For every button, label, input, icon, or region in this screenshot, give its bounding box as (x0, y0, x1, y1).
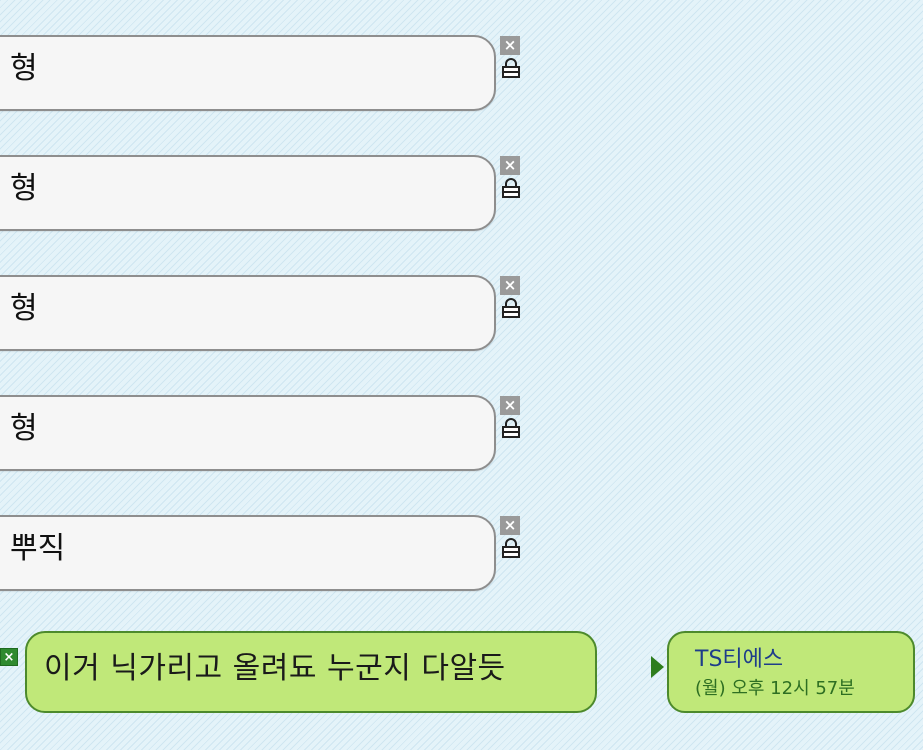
message-bubble[interactable]: 뿌직 (0, 515, 496, 591)
close-icon[interactable]: × (500, 36, 520, 55)
message-actions: × (500, 156, 524, 202)
message-actions: × (500, 36, 524, 82)
lock-icon[interactable] (500, 58, 522, 78)
message-bubble[interactable]: 형 (0, 395, 496, 471)
close-icon[interactable]: × (500, 156, 520, 175)
message-actions: × (500, 396, 524, 442)
message-actions: × (500, 516, 524, 562)
message-bubble[interactable]: 형 (0, 275, 496, 351)
message-bubble[interactable]: 형 (0, 155, 496, 231)
lock-icon[interactable] (500, 418, 522, 438)
lock-icon[interactable] (500, 298, 522, 318)
highlight-message-text: 이거 닉가리고 올려됴 누군지 다알듯 (44, 651, 506, 686)
close-icon[interactable]: × (500, 396, 520, 415)
message-text: 형 (10, 291, 38, 326)
lock-icon[interactable] (500, 178, 522, 198)
message-text: 뿌직 (10, 531, 66, 566)
close-icon[interactable]: × (500, 276, 520, 295)
message-text: 형 (10, 171, 38, 206)
sender-name[interactable]: TS티에스 (695, 646, 783, 674)
sender-info-bubble[interactable]: TS티에스 (월) 오후 12시 57분 (667, 631, 915, 713)
play-icon[interactable] (651, 656, 664, 678)
message-timestamp: (월) 오후 12시 57분 (695, 678, 855, 699)
close-icon[interactable]: × (500, 516, 520, 535)
message-actions: × (500, 276, 524, 322)
highlight-message-bubble[interactable]: 이거 닉가리고 올려됴 누군지 다알듯 (25, 631, 597, 713)
lock-icon[interactable] (500, 538, 522, 558)
close-icon[interactable]: × (0, 648, 18, 666)
message-text: 형 (10, 51, 38, 86)
message-text: 형 (10, 411, 38, 446)
message-bubble[interactable]: 형 (0, 35, 496, 111)
